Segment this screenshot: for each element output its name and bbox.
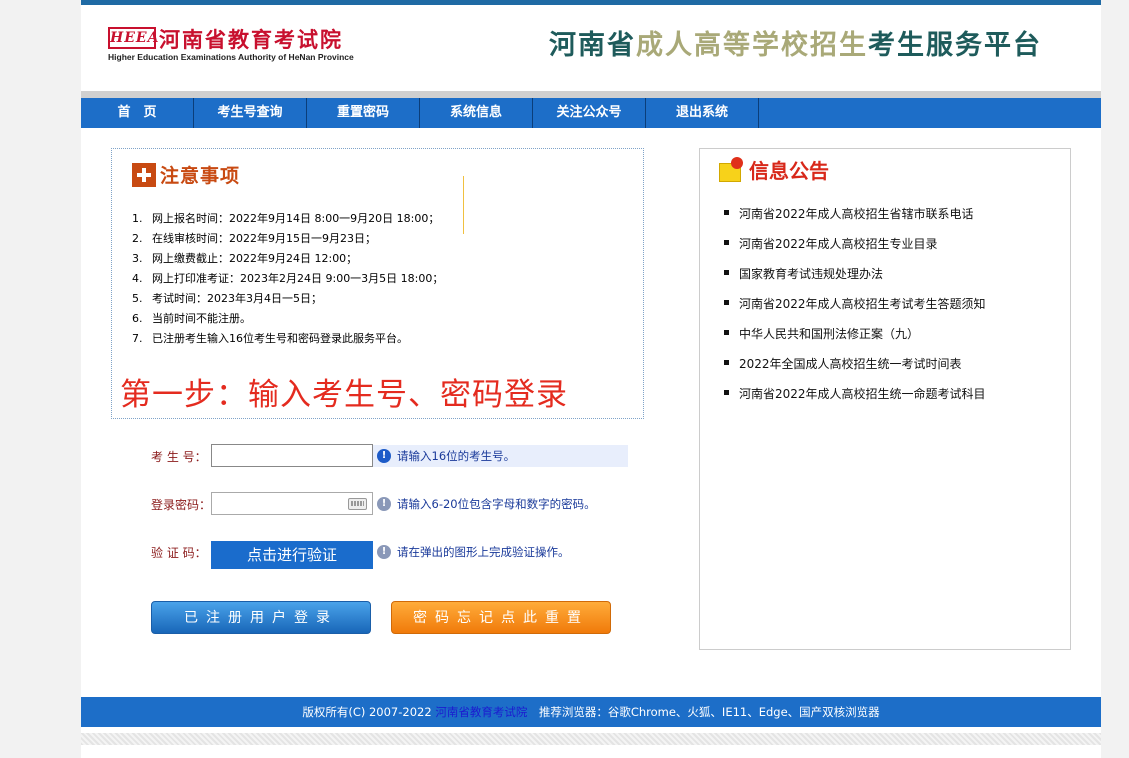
list-item: 5. 考试时间：2023年3月4日一5日； <box>132 289 443 309</box>
announcement-link[interactable]: 中华人民共和国刑法修正案（九） <box>724 324 986 354</box>
footer-org-link[interactable]: 河南省教育考试院 <box>435 705 527 719</box>
list-item-text: 考试时间：2023年3月4日一5日； <box>152 292 322 305</box>
list-item-text: 网上报名时间：2022年9月14日 8:00一9月20日 18:00； <box>152 212 440 225</box>
platform-title: 河南省成人高等学校招生考生服务平台 <box>549 23 1042 62</box>
list-item-number: 2. <box>132 232 143 245</box>
list-item: 7. 已注册考生输入16位考生号和密码登录此服务平台。 <box>132 329 443 349</box>
notice-panel: 注意事项 1. 网上报名时间：2022年9月14日 8:00一9月20日 18:0… <box>111 148 644 419</box>
announcement-link[interactable]: 河南省2022年成人高校招生统一命题考试科目 <box>724 384 986 414</box>
list-item-number: 4. <box>132 272 143 285</box>
notice-header: 注意事项 <box>132 161 240 188</box>
list-item: 3. 网上缴费截止：2022年9月24日 12:00； <box>132 249 443 269</box>
list-item-text: 已注册考生输入16位考生号和密码登录此服务平台。 <box>152 332 408 345</box>
nav-exam-no-query[interactable]: 考生号查询 <box>194 98 307 128</box>
announcement-link[interactable]: 河南省2022年成人高校招生省辖市联系电话 <box>724 204 986 234</box>
notepad-icon <box>717 156 745 183</box>
exam-no-label: 考 生 号： <box>151 450 207 464</box>
step-one-instruction: 第一步：输入考生号、密码登录 <box>120 377 568 413</box>
announcement-title: 信息公告 <box>749 159 829 183</box>
announcement-link[interactable]: 河南省2022年成人高校招生考试考生答题须知 <box>724 294 986 324</box>
list-item-text: 网上打印准考证：2023年2月24日 9:00一3月5日 18:00； <box>152 272 444 285</box>
announcement-list: 河南省2022年成人高校招生省辖市联系电话 河南省2022年成人高校招生专业目录… <box>724 204 986 414</box>
platform-title-part3: 考生服务平台 <box>868 30 1042 61</box>
info-icon: ! <box>377 449 391 463</box>
announcement-header: 信息公告 <box>717 155 829 184</box>
verify-hint: 请在弹出的图形上完成验证操作。 <box>397 545 570 559</box>
platform-title-part2: 成人高等学校招生 <box>636 30 868 61</box>
login-button[interactable]: 已注册用户登录 <box>151 601 371 634</box>
list-item-number: 7. <box>132 332 143 345</box>
heea-logo-mark: HEEA <box>108 27 158 49</box>
announcement-panel: 信息公告 河南省2022年成人高校招生省辖市联系电话 河南省2022年成人高校招… <box>699 148 1071 650</box>
notice-divider <box>463 176 464 234</box>
nav-home[interactable]: 首 页 <box>81 98 194 128</box>
announcement-link[interactable]: 河南省2022年成人高校招生专业目录 <box>724 234 986 264</box>
nav-reset-password[interactable]: 重置密码 <box>307 98 420 128</box>
main-nav: 首 页 考生号查询 重置密码 系统信息 关注公众号 退出系统 <box>81 98 1101 128</box>
info-icon: ! <box>377 497 391 511</box>
list-item: 2. 在线审核时间：2022年9月15日一9月23日； <box>132 229 443 249</box>
header: HEEA 河南省教育考试院 Higher Education Examinati… <box>81 5 1101 91</box>
info-icon: ! <box>377 545 391 559</box>
list-item-text: 网上缴费截止：2022年9月24日 12:00； <box>152 252 358 265</box>
list-item: 1. 网上报名时间：2022年9月14日 8:00一9月20日 18:00； <box>132 209 443 229</box>
notice-title: 注意事项 <box>160 165 241 187</box>
verify-label: 验 证 码： <box>151 546 207 560</box>
footer-browsers: 推荐浏览器：谷歌Chrome、火狐、IE11、Edge、国产双核浏览器 <box>527 705 880 719</box>
password-label: 登录密码： <box>151 498 212 512</box>
nav-follow-account[interactable]: 关注公众号 <box>533 98 646 128</box>
header-divider <box>81 91 1101 98</box>
footer: 版权所有(C) 2007-2022 河南省教育考试院 推荐浏览器：谷歌Chrom… <box>81 697 1101 727</box>
list-item-number: 1. <box>132 212 143 225</box>
list-item-number: 5. <box>132 292 143 305</box>
verify-button[interactable]: 点击进行验证 <box>211 541 373 569</box>
platform-title-part1: 河南省 <box>549 30 636 61</box>
plus-icon <box>132 162 156 187</box>
page: HEEA 河南省教育考试院 Higher Education Examinati… <box>81 0 1101 758</box>
password-hint: 请输入6-20位包含字母和数字的密码。 <box>397 497 596 511</box>
bottom-stripe <box>81 733 1101 745</box>
logo-chinese-name: 河南省教育考试院 <box>159 28 343 52</box>
list-item-number: 6. <box>132 312 143 325</box>
announcement-link[interactable]: 国家教育考试违规处理办法 <box>724 264 986 294</box>
exam-no-hint: 请输入16位的考生号。 <box>397 449 516 463</box>
list-item: 6. 当前时间不能注册。 <box>132 309 443 329</box>
list-item-text: 当前时间不能注册。 <box>152 312 251 325</box>
exam-no-input[interactable] <box>211 444 373 467</box>
logo-english-name: Higher Education Examinations Authority … <box>108 52 354 62</box>
nav-logout[interactable]: 退出系统 <box>646 98 759 128</box>
list-item-number: 3. <box>132 252 143 265</box>
announcement-link[interactable]: 2022年全国成人高校招生统一考试时间表 <box>724 354 986 384</box>
list-item: 4. 网上打印准考证：2023年2月24日 9:00一3月5日 18:00； <box>132 269 443 289</box>
notice-list: 1. 网上报名时间：2022年9月14日 8:00一9月20日 18:00； 2.… <box>132 209 443 349</box>
nav-system-info[interactable]: 系统信息 <box>420 98 533 128</box>
reset-password-button[interactable]: 密码忘记点此重置 <box>391 601 611 634</box>
list-item-text: 在线审核时间：2022年9月15日一9月23日； <box>152 232 376 245</box>
footer-copyright: 版权所有(C) 2007-2022 <box>302 705 436 719</box>
keyboard-icon[interactable] <box>348 498 367 510</box>
